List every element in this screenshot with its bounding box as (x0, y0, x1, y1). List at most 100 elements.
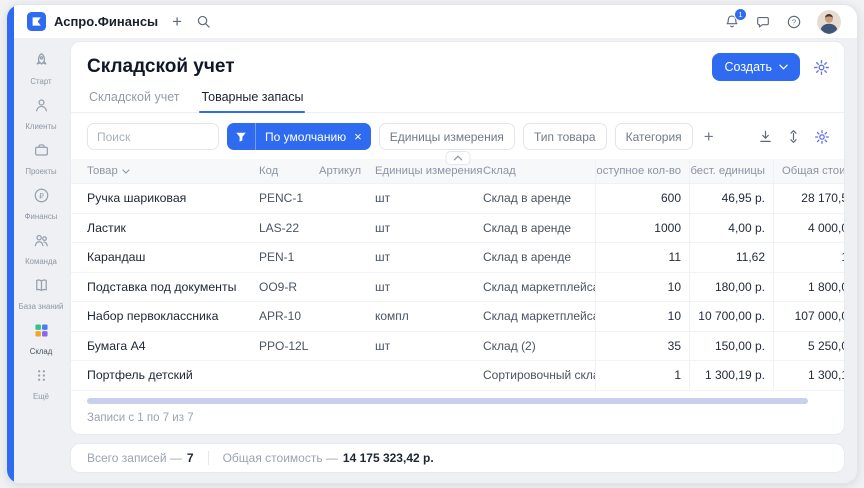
column-header-available-qty[interactable]: Доступное кол-во (595, 159, 689, 183)
team-icon (33, 232, 50, 254)
column-header-warehouse[interactable]: Склад (483, 159, 595, 183)
notifications-button[interactable]: 1 (724, 14, 740, 30)
ruble-icon: ₽ (33, 187, 50, 209)
table-row[interactable]: Подставка под документы OO9-R шт Склад м… (71, 273, 844, 303)
funnel-icon[interactable] (227, 123, 256, 150)
cell-unit-cost: 11,62 (689, 243, 773, 272)
table-row[interactable]: Ручка шариковая PENC-1 шт Склад в аренде… (71, 184, 844, 214)
page-header: Складской учет Создать (71, 42, 844, 81)
cell-product: Бумага А4 (87, 332, 259, 361)
cell-code: APR-10 (259, 302, 319, 331)
table-row[interactable]: Портфель детский Сортировочный скла 1 1 … (71, 361, 844, 391)
user-avatar[interactable] (817, 10, 841, 34)
app-body: Старт Клиенты Проекты ₽ Финансы Команда … (14, 39, 857, 483)
table-row[interactable]: Ластик LAS-22 шт Склад в аренде 1000 4,0… (71, 214, 844, 244)
page-settings-gear-icon[interactable] (813, 59, 830, 76)
tab-warehouse-accounting[interactable]: Складской учет (87, 90, 181, 112)
cell-available-qty: 10 (595, 273, 689, 302)
sidebar-item-clients[interactable]: Клиенты (16, 92, 66, 137)
summary-divider (208, 451, 209, 465)
cell-unit: шт (375, 332, 483, 361)
cell-sku (319, 332, 375, 361)
collapse-panel-button[interactable] (445, 151, 470, 165)
cell-unit-cost: 4,00 р. (689, 214, 773, 243)
cell-code: LAS-22 (259, 214, 319, 243)
filter-chip-units[interactable]: Единицы измерения (379, 123, 515, 150)
brand[interactable]: Аспро.Финансы (27, 12, 158, 31)
sidebar-item-projects[interactable]: Проекты (16, 137, 66, 182)
sidebar-item-label: База знаний (19, 302, 64, 311)
svg-text:₽: ₽ (39, 191, 44, 200)
chevron-up-icon (453, 155, 462, 161)
sidebar-item-start[interactable]: Старт (16, 47, 66, 92)
search-input[interactable] (87, 123, 219, 150)
topbar: Аспро.Финансы + 1 ? (14, 5, 857, 39)
remove-filter-icon[interactable]: × (353, 130, 371, 143)
create-button[interactable]: Создать (712, 53, 800, 81)
expand-rows-icon[interactable] (786, 129, 801, 144)
column-header-unit-cost[interactable]: Себест. единицы (689, 159, 773, 183)
table-row[interactable]: Бумага А4 PPO-12L шт Склад (2) 35 150,00… (71, 332, 844, 362)
default-filter-pill[interactable]: По умолчанию × (227, 123, 371, 150)
total-cost: Общая стоимость — 14 175 323,42 р. (223, 451, 434, 465)
column-header-total-cost[interactable]: Общая стоимость (773, 159, 845, 183)
cell-code: PEN-1 (259, 243, 319, 272)
table-spacer (71, 391, 844, 394)
cell-available-qty: 10 (595, 302, 689, 331)
sidebar-item-finance[interactable]: ₽ Финансы (16, 182, 66, 227)
page-title: Складской учет (87, 56, 235, 78)
sidebar: Старт Клиенты Проекты ₽ Финансы Команда … (14, 39, 68, 483)
table-row[interactable]: Карандаш PEN-1 шт Склад в аренде 11 11,6… (71, 243, 844, 273)
filter-chip-category[interactable]: Категория (615, 123, 693, 150)
briefcase-icon (33, 142, 50, 164)
cell-sku (319, 184, 375, 213)
sidebar-item-team[interactable]: Команда (16, 227, 66, 272)
cell-code (259, 361, 319, 390)
accent-strip (7, 5, 14, 483)
cell-unit-cost: 46,95 р. (689, 184, 773, 213)
column-header-code[interactable]: Код (259, 159, 319, 183)
cell-sku (319, 361, 375, 390)
sidebar-item-knowledge-base[interactable]: База знаний (16, 272, 66, 317)
help-icon[interactable]: ? (786, 14, 802, 30)
sidebar-item-warehouse[interactable]: Склад (16, 317, 66, 362)
total-records: Всего записей — 7 (87, 451, 194, 465)
cell-total-cost: 4 000,0 (773, 214, 845, 243)
sort-chevron-icon (122, 169, 130, 174)
add-filter-button[interactable]: + (701, 128, 717, 145)
cell-available-qty: 11 (595, 243, 689, 272)
cell-unit: шт (375, 214, 483, 243)
cell-product: Подставка под документы (87, 273, 259, 302)
create-button-label: Создать (724, 60, 772, 74)
main-area: Складской учет Создать Складской учет То… (68, 39, 857, 483)
tabs: Складской учет Товарные запасы (71, 81, 844, 113)
cell-unit (375, 361, 483, 390)
sidebar-item-label: Клиенты (25, 122, 56, 131)
cell-sku (319, 302, 375, 331)
cell-total-cost: 28 170,5 (773, 184, 845, 213)
table-row[interactable]: Набор первоклассника APR-10 компл Склад … (71, 302, 844, 332)
cell-product: Портфель детский (87, 361, 259, 390)
default-filter-label: По умолчанию (256, 130, 353, 144)
person-icon (33, 97, 50, 119)
search-icon[interactable] (196, 14, 211, 29)
quick-add-button[interactable]: + (172, 13, 182, 30)
sidebar-item-label: Старт (30, 77, 51, 86)
sidebar-item-more[interactable]: Ещё (16, 362, 66, 407)
column-header-label: Товар (87, 165, 118, 177)
column-header-sku[interactable]: Артикул (319, 159, 375, 183)
cell-warehouse: Сортировочный скла (483, 361, 595, 390)
chat-icon[interactable] (755, 14, 771, 30)
table-settings-gear-icon[interactable] (814, 129, 830, 145)
cell-unit: шт (375, 273, 483, 302)
column-header-product[interactable]: Товар (87, 159, 259, 183)
cell-code: PENC-1 (259, 184, 319, 213)
app-logo-icon (27, 12, 46, 31)
tab-product-stocks[interactable]: Товарные запасы (199, 90, 305, 112)
download-icon[interactable] (758, 129, 773, 144)
filter-chip-product-type[interactable]: Тип товара (523, 123, 607, 150)
records-info: Записи с 1 по 7 из 7 (71, 404, 844, 434)
cell-warehouse: Склад в аренде (483, 214, 595, 243)
summary-bar: Всего записей — 7 Общая стоимость — 14 1… (70, 443, 845, 473)
cell-code: OO9-R (259, 273, 319, 302)
